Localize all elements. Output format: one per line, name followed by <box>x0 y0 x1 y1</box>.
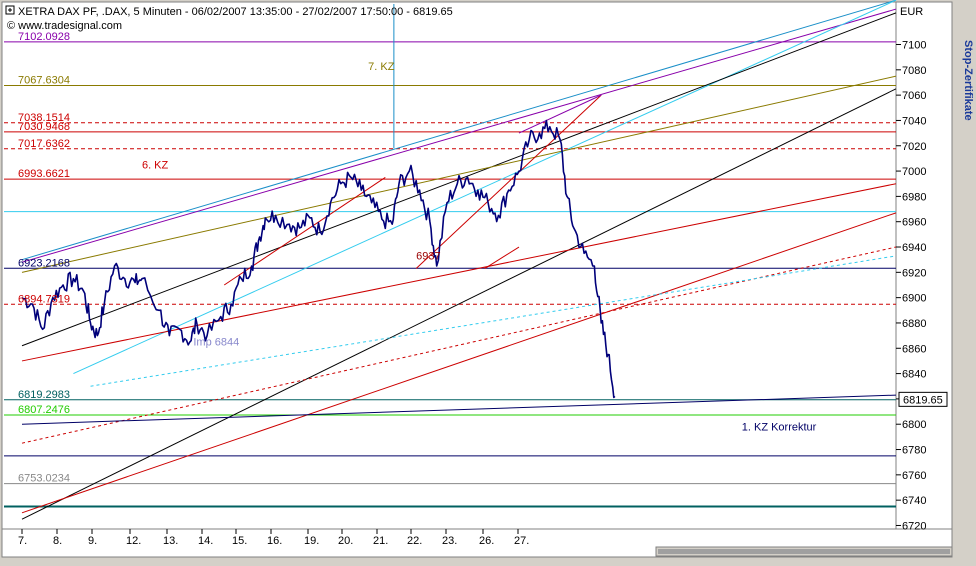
level-label: 7030.9468 <box>18 121 70 133</box>
level-label: 6923.2168 <box>18 257 70 269</box>
y-tick-label: 6760 <box>902 470 926 482</box>
chart-title: XETRA DAX PF, .DAX, 5 Minuten - 06/02/20… <box>18 6 453 18</box>
y-tick-label: 6720 <box>902 520 926 532</box>
y-tick-label: 6980 <box>902 191 926 203</box>
x-tick-label: 13. <box>163 535 178 547</box>
level-label: 7017.6362 <box>18 138 70 150</box>
y-axis-unit: EUR <box>900 6 923 18</box>
chart-annotation: 6937 <box>416 251 440 263</box>
x-tick-label: 12. <box>126 535 141 547</box>
y-tick-label: 7080 <box>902 65 926 77</box>
y-tick-label: 6800 <box>902 419 926 431</box>
x-tick-label: 16. <box>267 535 282 547</box>
chart-annotation: 1. KZ Korrektur <box>742 422 817 434</box>
scrollbar-thumb[interactable] <box>658 549 950 554</box>
x-tick-label: 26. <box>479 535 494 547</box>
x-tick-label: 23. <box>442 535 457 547</box>
x-tick-label: 20. <box>338 535 353 547</box>
y-tick-label: 7040 <box>902 115 926 127</box>
x-tick-label: 22. <box>407 535 422 547</box>
y-tick-label: 6840 <box>902 369 926 381</box>
x-tick-label: 7. <box>18 535 27 547</box>
x-tick-label: 21. <box>373 535 388 547</box>
level-label: 6819.2983 <box>18 389 70 401</box>
chart-annotation: 7. KZ <box>368 61 395 73</box>
y-tick-label: 6900 <box>902 293 926 305</box>
x-tick-label: 15. <box>232 535 247 547</box>
source-credit: © www.tradesignal.com <box>7 20 122 32</box>
y-tick-label: 6740 <box>902 495 926 507</box>
horizontal-scrollbar[interactable] <box>655 546 953 557</box>
x-tick-label: 19. <box>304 535 319 547</box>
y-tick-label: 7100 <box>902 40 926 52</box>
x-tick-label: 8. <box>53 535 62 547</box>
chart-annotation: Imp 6844 <box>193 337 239 349</box>
level-label: 7102.0928 <box>18 31 70 43</box>
level-label: 6753.0234 <box>18 473 70 485</box>
y-tick-label: 7000 <box>902 166 926 178</box>
side-title: Stop-Zertifikate <box>962 40 974 121</box>
x-tick-label: 14. <box>198 535 213 547</box>
y-tick-label: 7060 <box>902 90 926 102</box>
y-tick-label: 6860 <box>902 343 926 355</box>
y-tick-label: 7020 <box>902 141 926 153</box>
chart-window: 7102.0928 7067.6304 7038.1514 7030.9468 7017… <box>0 0 976 561</box>
x-tick-label: 27. <box>514 535 529 547</box>
y-tick-label: 6960 <box>902 217 926 229</box>
level-label: 6894.7319 <box>18 293 70 305</box>
y-tick-label: 6780 <box>902 445 926 457</box>
last-value-marker: 6819.65 <box>898 391 948 407</box>
last-value-label: 6819.65 <box>903 394 943 406</box>
y-tick-label: 6880 <box>902 318 926 330</box>
x-tick-label: 9. <box>88 535 97 547</box>
level-label: 6993.6621 <box>18 168 70 180</box>
level-label: 6807.2476 <box>18 404 70 416</box>
chart-annotation: 6. KZ <box>142 160 169 172</box>
chart-canvas: 7102.09287067.63047038.15147030.94687017… <box>1 0 974 558</box>
level-label: 7067.6304 <box>18 74 70 86</box>
y-tick-label: 6920 <box>902 267 926 279</box>
y-tick-label: 6940 <box>902 242 926 254</box>
plot-area <box>1 1 897 530</box>
